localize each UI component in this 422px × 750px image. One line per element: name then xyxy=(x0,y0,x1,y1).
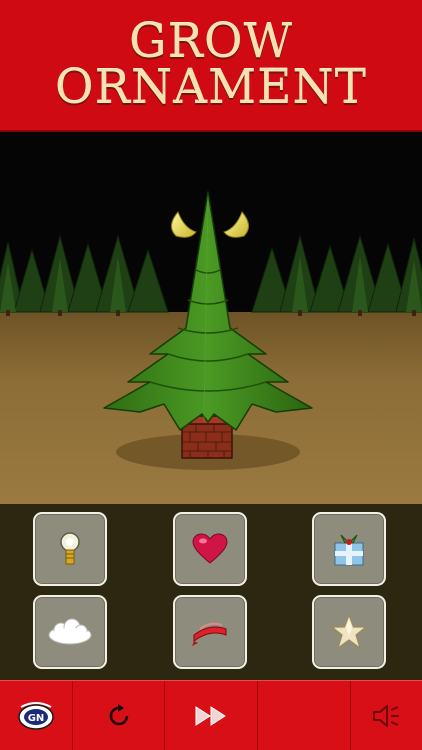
fast-forward-icon xyxy=(195,706,226,726)
cloud-button[interactable] xyxy=(33,595,107,669)
logo-icon: GN xyxy=(18,702,54,730)
scene-canvas xyxy=(0,191,422,504)
heart-button[interactable] xyxy=(173,512,247,586)
star-button[interactable] xyxy=(312,595,386,669)
heart-icon xyxy=(192,533,228,564)
toolbar: GN xyxy=(0,680,422,750)
gift-button[interactable] xyxy=(312,512,386,586)
star-icon xyxy=(330,614,368,650)
fast-forward-button[interactable] xyxy=(165,681,257,750)
title-line-2: ORNAMENT xyxy=(55,60,367,115)
svg-text:GN: GN xyxy=(28,713,45,724)
gift-icon xyxy=(334,534,364,566)
tree-scene[interactable] xyxy=(0,132,422,504)
ribbon-button[interactable] xyxy=(173,595,247,669)
sound-button[interactable] xyxy=(351,681,422,750)
empty-toolbar-slot xyxy=(258,681,350,750)
lightbulb-button[interactable] xyxy=(33,512,107,586)
lightbulb-icon xyxy=(60,532,80,565)
cloud-icon xyxy=(48,618,92,645)
restart-button[interactable] xyxy=(73,681,164,750)
title-line-1: GROW xyxy=(129,14,293,69)
speaker-icon xyxy=(372,705,399,727)
title-banner: GROW ORNAMENT xyxy=(0,0,422,132)
ornament-panel xyxy=(0,504,422,680)
game-screen: GROW ORNAMENT GN xyxy=(0,0,422,750)
ribbon-icon xyxy=(192,622,227,646)
restart-icon xyxy=(109,704,128,726)
logo-button[interactable]: GN xyxy=(0,681,72,750)
